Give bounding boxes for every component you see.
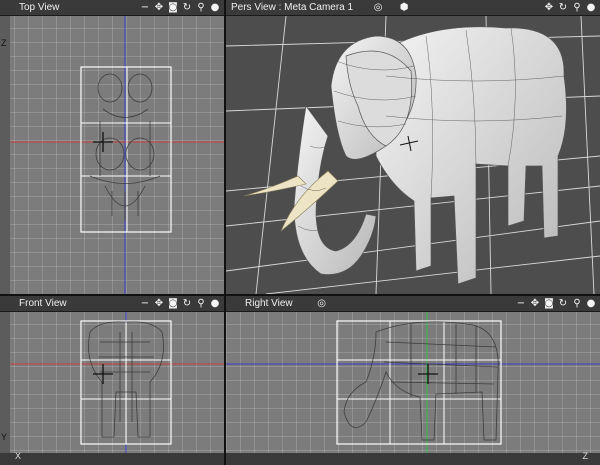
vertical-divider[interactable] [224,0,226,465]
front-view-pane[interactable]: Front View − ✥ ◙ ↻ ⚲ ● Y X [0,296,224,465]
sphere-icon[interactable]: ● [209,2,221,14]
front-view-header: Front View − ✥ ◙ ↻ ⚲ ● [0,296,224,312]
sphere-icon[interactable]: ● [585,2,597,14]
top-view-pane[interactable]: Top View − ✥ ◙ ↻ ⚲ ● Z [0,0,224,294]
right-view-header: Right View ◎ − ✥ ◙ ↻ ⚲ ● [226,296,600,312]
minimize-icon[interactable]: − [139,298,151,310]
target-icon[interactable]: ◎ [316,298,328,310]
move-icon[interactable]: ✥ [153,2,165,14]
top-view-header: Top View − ✥ ◙ ↻ ⚲ ● [0,0,224,16]
top-view-title[interactable]: Top View [14,2,64,13]
target-icon[interactable]: ◎ [372,2,384,14]
zoom-icon[interactable]: ⚲ [195,2,207,14]
top-view-canvas [10,16,224,294]
minimize-icon[interactable]: − [515,298,527,310]
pers-view-header: Pers View : Meta Camera 1 ◎ ⬢ ✥ ↻ ⚲ ● [226,0,600,16]
front-view-canvas [10,312,224,453]
horizontal-divider[interactable] [0,294,600,296]
front-view-title[interactable]: Front View [14,298,72,309]
move-icon[interactable]: ✥ [543,2,555,14]
right-view-title[interactable]: Right View [240,298,298,309]
rotate-icon[interactable]: ↻ [557,2,569,14]
right-view-canvas [226,312,600,453]
minimize-icon[interactable]: − [139,2,151,14]
right-view-pane[interactable]: Right View ◎ − ✥ ◙ ↻ ⚲ ● Z [226,296,600,465]
camera-icon[interactable]: ◙ [167,298,179,310]
move-icon[interactable]: ✥ [529,298,541,310]
sphere-icon[interactable]: ● [585,298,597,310]
bottom-ruler [0,453,224,465]
rotate-icon[interactable]: ↻ [181,2,193,14]
camera-icon[interactable]: ◙ [167,2,179,14]
rotate-icon[interactable]: ↻ [557,298,569,310]
cube-icon[interactable]: ⬢ [398,2,410,14]
pers-view-pane[interactable]: Pers View : Meta Camera 1 ◎ ⬢ ✥ ↻ ⚲ ● [226,0,600,294]
zoom-icon[interactable]: ⚲ [571,2,583,14]
move-icon[interactable]: ✥ [153,298,165,310]
zoom-icon[interactable]: ⚲ [571,298,583,310]
zoom-icon[interactable]: ⚲ [195,298,207,310]
sphere-icon[interactable]: ● [209,298,221,310]
camera-icon[interactable]: ◙ [543,298,555,310]
rotate-icon[interactable]: ↻ [181,298,193,310]
pers-view-title[interactable]: Pers View : Meta Camera 1 [226,2,358,13]
pers-view-canvas [226,16,600,294]
bottom-ruler [226,453,600,465]
